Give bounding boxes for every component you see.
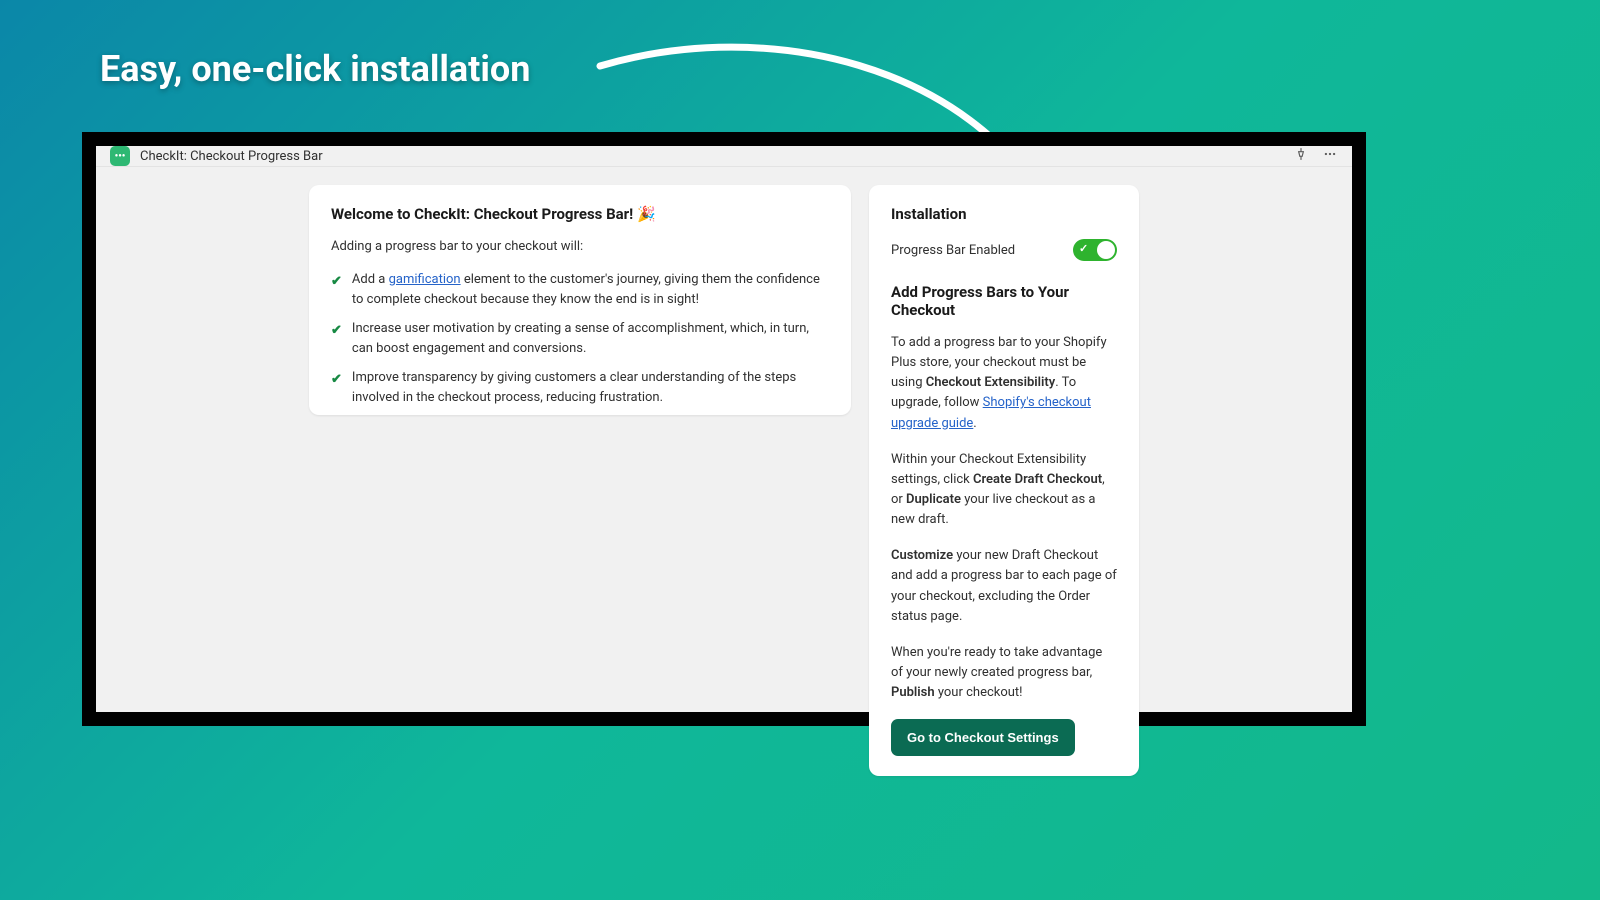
text-strong: Duplicate — [906, 492, 961, 507]
toggle-knob — [1097, 241, 1115, 259]
progress-bar-toggle[interactable]: ✓ — [1073, 239, 1117, 261]
welcome-title: Welcome to CheckIt: Checkout Progress Ba… — [331, 205, 829, 223]
more-icon[interactable] — [1322, 147, 1338, 165]
benefit-list: ✔ Add a gamification element to the cust… — [331, 270, 829, 407]
check-icon: ✔ — [331, 321, 342, 358]
hero-heading: Easy, one-click installation — [100, 48, 530, 90]
benefit-text: Increase user motivation by creating a s… — [352, 319, 829, 358]
main-content: Welcome to CheckIt: Checkout Progress Ba… — [96, 167, 1352, 776]
welcome-subtitle: Adding a progress bar to your checkout w… — [331, 239, 829, 254]
text-fragment: . — [973, 416, 976, 431]
check-icon: ✔ — [331, 370, 342, 407]
text-strong: Create Draft Checkout — [973, 472, 1102, 487]
installation-heading: Installation — [891, 205, 1117, 223]
screenshot-frame: ••• CheckIt: Checkout Progress Bar Welco… — [82, 132, 1366, 726]
toggle-row: Progress Bar Enabled ✓ — [891, 239, 1117, 261]
topbar-left: ••• CheckIt: Checkout Progress Bar — [110, 146, 323, 166]
add-progress-heading: Add Progress Bars to Your Checkout — [891, 283, 1117, 319]
benefit-text: Improve transparency by giving customers… — [352, 368, 829, 407]
text-fragment: When you're ready to take advantage of y… — [891, 645, 1102, 680]
pin-icon[interactable] — [1294, 147, 1308, 165]
topbar-right — [1294, 147, 1338, 165]
installation-card: Installation Progress Bar Enabled ✓ Add … — [869, 185, 1139, 776]
gamification-link[interactable]: gamification — [389, 272, 461, 287]
app-window: ••• CheckIt: Checkout Progress Bar Welco… — [96, 146, 1352, 712]
install-paragraph: Customize your new Draft Checkout and ad… — [891, 546, 1117, 627]
toggle-label: Progress Bar Enabled — [891, 243, 1015, 258]
text-strong: Checkout Extensibility — [926, 375, 1055, 390]
text-fragment: your checkout! — [935, 685, 1023, 700]
app-icon: ••• — [110, 146, 130, 166]
text-fragment: Add a — [352, 272, 389, 287]
go-to-checkout-settings-button[interactable]: Go to Checkout Settings — [891, 719, 1075, 756]
install-paragraph: Within your Checkout Extensibility setti… — [891, 450, 1117, 531]
install-paragraph: To add a progress bar to your Shopify Pl… — [891, 333, 1117, 434]
topbar: ••• CheckIt: Checkout Progress Bar — [96, 146, 1352, 167]
text-strong: Customize — [891, 548, 953, 563]
benefit-item: ✔ Improve transparency by giving custome… — [331, 368, 829, 407]
benefit-item: ✔ Add a gamification element to the cust… — [331, 270, 829, 309]
text-strong: Publish — [891, 685, 935, 700]
check-icon: ✔ — [331, 272, 342, 309]
benefit-item: ✔ Increase user motivation by creating a… — [331, 319, 829, 358]
toggle-check-icon: ✓ — [1079, 242, 1088, 255]
welcome-card: Welcome to CheckIt: Checkout Progress Ba… — [309, 185, 851, 415]
benefit-text: Add a gamification element to the custom… — [352, 270, 829, 309]
app-title: CheckIt: Checkout Progress Bar — [140, 149, 323, 164]
install-paragraph: When you're ready to take advantage of y… — [891, 643, 1117, 703]
